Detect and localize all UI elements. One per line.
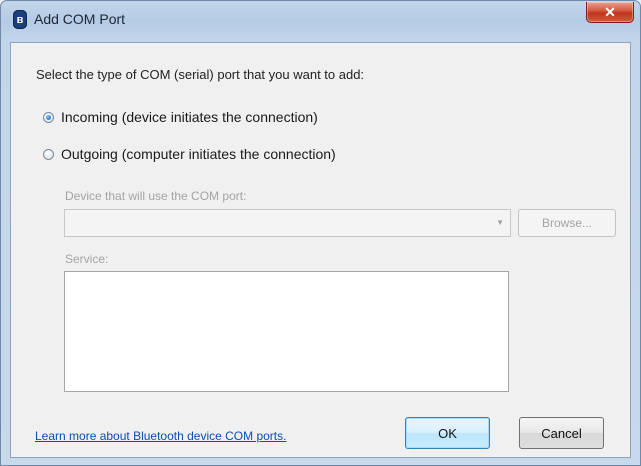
window-title: Add COM Port xyxy=(34,11,126,27)
add-com-port-window: ʙ Add COM Port ✕ Select the type of COM … xyxy=(0,0,641,466)
close-button[interactable]: ✕ xyxy=(586,2,634,23)
outgoing-radio[interactable] xyxy=(43,148,54,160)
prompt-text: Select the type of COM (serial) port tha… xyxy=(36,67,365,82)
outgoing-option[interactable]: Outgoing (computer initiates the connect… xyxy=(43,146,336,162)
incoming-label[interactable]: Incoming (device initiates the connectio… xyxy=(61,109,318,125)
dialog-body: Select the type of COM (serial) port tha… xyxy=(10,42,631,458)
device-label: Device that will use the COM port: xyxy=(65,189,247,203)
incoming-option[interactable]: Incoming (device initiates the connectio… xyxy=(43,109,318,125)
learn-more-link[interactable]: Learn more about Bluetooth device COM po… xyxy=(35,429,286,443)
cancel-button[interactable]: Cancel xyxy=(519,417,604,449)
service-label: Service: xyxy=(65,252,109,266)
service-list[interactable] xyxy=(64,271,509,392)
browse-button[interactable]: Browse... xyxy=(518,209,616,237)
close-icon: ✕ xyxy=(604,3,616,20)
title-bar[interactable]: ʙ Add COM Port ✕ xyxy=(1,1,640,41)
device-combobox[interactable]: ▼ xyxy=(64,209,511,237)
chevron-down-icon[interactable]: ▼ xyxy=(496,218,504,227)
incoming-radio[interactable] xyxy=(43,111,54,123)
bluetooth-icon: ʙ xyxy=(13,10,27,29)
ok-button[interactable]: OK xyxy=(405,417,490,449)
bluetooth-icon-glyph: ʙ xyxy=(16,13,24,26)
outgoing-label[interactable]: Outgoing (computer initiates the connect… xyxy=(61,146,336,162)
